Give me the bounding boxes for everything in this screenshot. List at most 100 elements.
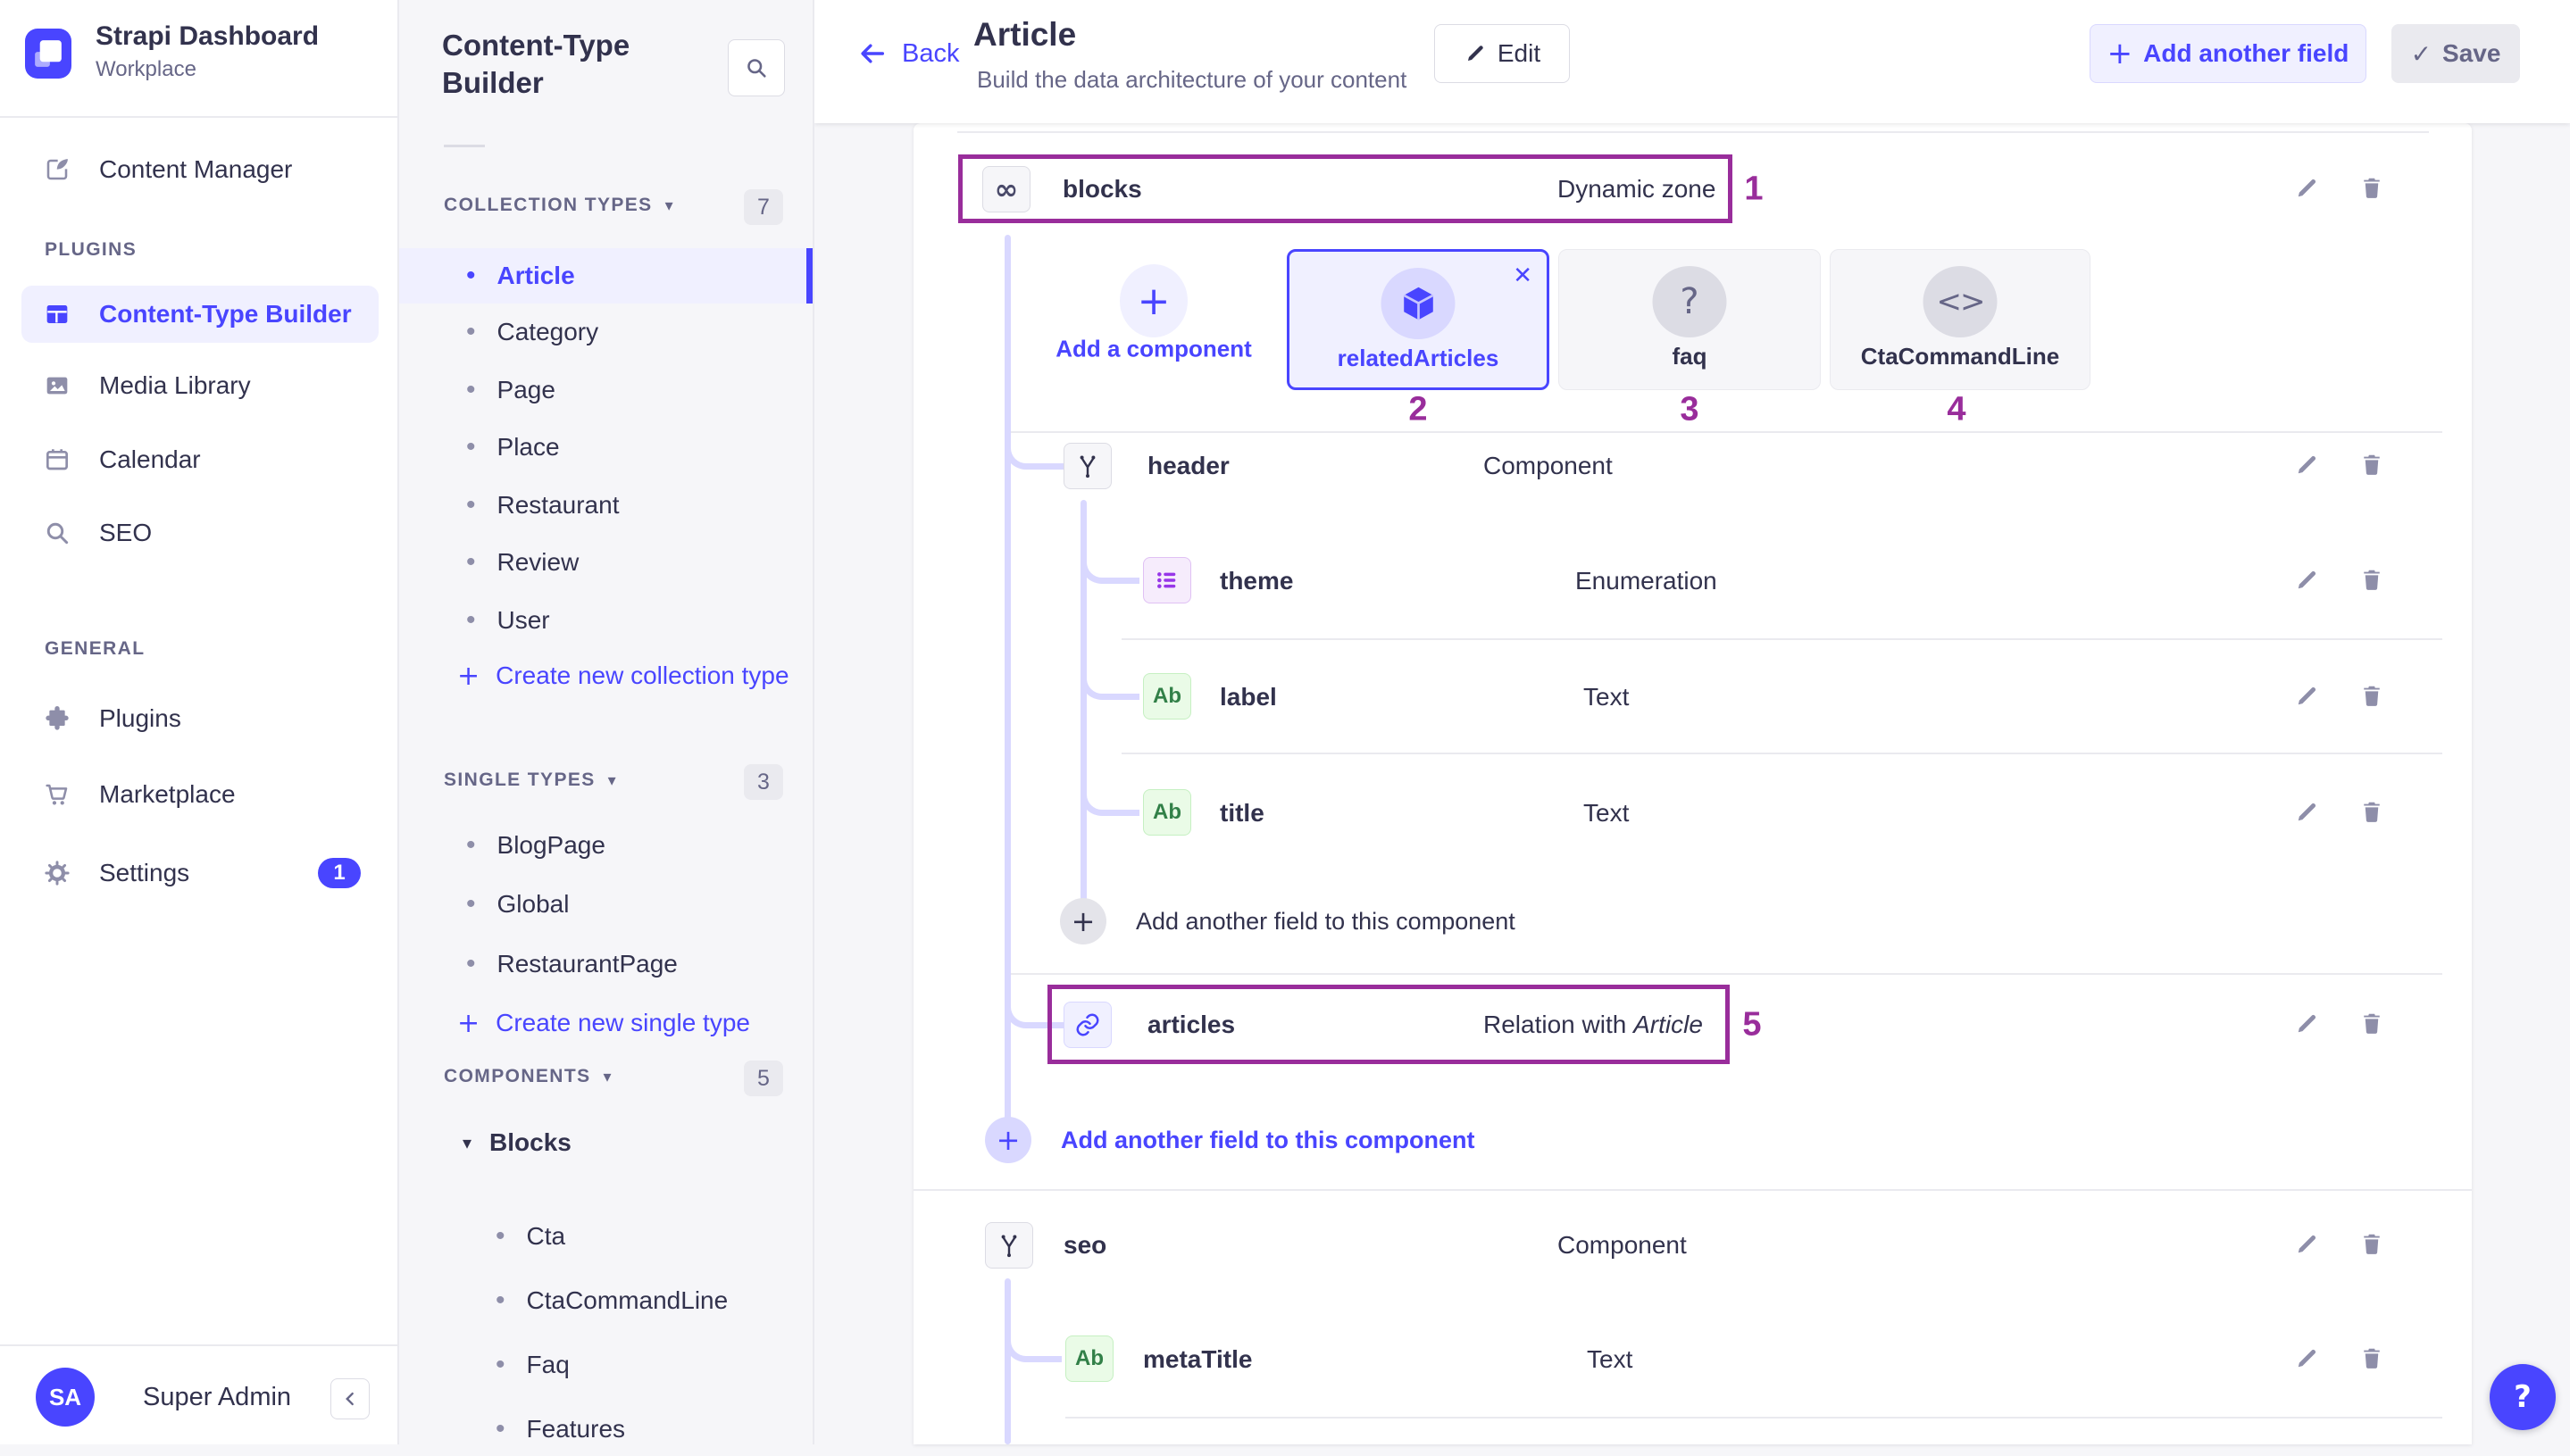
- ab-glyph: Ab: [1153, 800, 1181, 825]
- subnav-item-features[interactable]: • Features: [496, 1402, 625, 1456]
- subnav-item-blogpage[interactable]: • BlogPage: [466, 819, 605, 872]
- search-button[interactable]: [728, 39, 785, 96]
- puzzle-icon: [43, 704, 71, 733]
- subnav-item-restaurant[interactable]: • Restaurant: [466, 478, 619, 532]
- back-link[interactable]: Back: [857, 36, 959, 71]
- subnav-item-label: CtaCommandLine: [527, 1286, 729, 1315]
- calendar-icon: [43, 445, 71, 474]
- component-icon-circle: ?: [1653, 266, 1727, 337]
- subnav-item-article-active-bg: [399, 248, 813, 304]
- subnav-item-label: Faq: [527, 1351, 570, 1379]
- edit-field-icon[interactable]: [2293, 175, 2320, 202]
- subnav-item-category[interactable]: • Category: [466, 305, 598, 359]
- edit-field-icon[interactable]: [2293, 799, 2320, 826]
- delete-field-icon[interactable]: [2358, 1345, 2385, 1372]
- collapse-sidebar-button[interactable]: [330, 1378, 370, 1419]
- sidebar-item-marketplace[interactable]: Marketplace: [43, 768, 236, 821]
- subnav-item-label: Place: [497, 433, 560, 462]
- edit-field-icon[interactable]: [2293, 1345, 2320, 1372]
- page-title: Article: [973, 16, 1076, 54]
- field-type: Enumeration: [1575, 567, 1717, 595]
- delete-field-icon[interactable]: [2358, 1231, 2385, 1258]
- edit-field-icon[interactable]: [2293, 1011, 2320, 1037]
- subnav-item-article[interactable]: • Article: [466, 249, 575, 303]
- component-card-relatedarticles[interactable]: ✕ relatedArticles: [1287, 249, 1549, 390]
- subnav-item-faq[interactable]: • Faq: [496, 1338, 570, 1392]
- subnav-item-review[interactable]: • Review: [466, 536, 579, 589]
- row-divider: [957, 131, 2429, 133]
- component-card-label: relatedArticles: [1289, 345, 1547, 372]
- field-name: header: [1147, 452, 1230, 480]
- edit-field-icon[interactable]: [2293, 452, 2320, 478]
- avatar[interactable]: SA: [36, 1368, 95, 1427]
- plus-icon: +: [1072, 904, 1096, 938]
- sidebar-item-plugins[interactable]: Plugins: [43, 692, 181, 745]
- subnav-item-restaurantpage[interactable]: • RestaurantPage: [466, 937, 678, 991]
- create-collection-type-link[interactable]: + Create new collection type: [457, 649, 789, 703]
- sidebar-item-seo[interactable]: SEO: [43, 506, 152, 560]
- sidebar-item-settings[interactable]: Settings: [43, 846, 189, 900]
- subnav-item-ctacommandline[interactable]: • CtaCommandLine: [496, 1274, 728, 1327]
- subnav-item-place[interactable]: • Place: [466, 420, 560, 474]
- sidebar-footer-divider: [0, 1344, 399, 1346]
- collection-types-header[interactable]: COLLECTION TYPES ▾: [444, 195, 674, 216]
- component-card-faq[interactable]: ? faq: [1558, 249, 1821, 390]
- component-card-ctacommandline[interactable]: <> CtaCommandLine: [1830, 249, 2090, 390]
- delete-field-icon[interactable]: [2358, 567, 2385, 594]
- help-button[interactable]: ?: [2490, 1364, 2556, 1430]
- text-field-icon: Ab: [1143, 789, 1191, 836]
- sidebar-item-label: Content Manager: [99, 155, 292, 184]
- chevron-down-icon: ▾: [463, 1132, 471, 1153]
- subnav-item-page[interactable]: • Page: [466, 363, 555, 417]
- edit-field-icon[interactable]: [2293, 683, 2320, 710]
- create-single-type-link[interactable]: + Create new single type: [457, 996, 750, 1050]
- row-divider: [1065, 1417, 2442, 1419]
- section-divider: [914, 1189, 2472, 1191]
- edit-field-icon[interactable]: [2293, 1231, 2320, 1258]
- collection-types-count: 7: [744, 189, 783, 225]
- chevron-left-icon: [338, 1387, 362, 1410]
- single-types-count: 3: [744, 764, 783, 800]
- text-field-icon: Ab: [1143, 673, 1191, 720]
- plus-icon: +: [2107, 36, 2133, 71]
- delete-field-icon[interactable]: [2358, 175, 2385, 202]
- edit-button[interactable]: Edit: [1434, 24, 1570, 83]
- single-types-header[interactable]: SINGLE TYPES ▾: [444, 770, 617, 791]
- plus-icon: +: [1138, 279, 1171, 324]
- bullet-icon: •: [466, 889, 476, 919]
- sidebar-item-media-library[interactable]: Media Library: [43, 359, 251, 412]
- sidebar-item-calendar[interactable]: Calendar: [43, 433, 201, 487]
- plus-circle-icon: +: [1060, 898, 1106, 944]
- components-header[interactable]: COMPONENTS ▾: [444, 1066, 613, 1087]
- add-field-to-component-outer[interactable]: + Add another field to this component: [985, 1117, 1474, 1163]
- bullet-icon: •: [466, 949, 476, 979]
- field-name: seo: [1064, 1231, 1106, 1260]
- row-divider: [1122, 753, 2442, 754]
- save-button[interactable]: ✓ Save: [2391, 24, 2520, 83]
- close-icon[interactable]: ✕: [1513, 262, 1532, 289]
- edit-field-icon[interactable]: [2293, 567, 2320, 594]
- delete-field-icon[interactable]: [2358, 799, 2385, 826]
- delete-field-icon[interactable]: [2358, 452, 2385, 478]
- chevron-down-icon: ▾: [608, 771, 617, 790]
- add-field-to-component-inner[interactable]: + Add another field to this component: [1060, 898, 1515, 944]
- plus-icon: +: [997, 1123, 1021, 1157]
- delete-field-icon[interactable]: [2358, 683, 2385, 710]
- component-group-label: Blocks: [489, 1128, 572, 1157]
- component-group-blocks[interactable]: ▾ Blocks: [463, 1116, 572, 1169]
- add-component-label[interactable]: Add a component: [1056, 336, 1252, 363]
- enumeration-field-icon: [1143, 557, 1191, 603]
- add-another-field-button[interactable]: + Add another field: [2090, 24, 2366, 83]
- subnav-item-global[interactable]: • Global: [466, 878, 569, 931]
- delete-field-icon[interactable]: [2358, 1011, 2385, 1037]
- sidebar-item-content-manager[interactable]: Content Manager: [43, 143, 292, 196]
- bullet-icon: •: [496, 1350, 505, 1380]
- plugins-section-label: PLUGINS: [45, 239, 137, 261]
- main-area: Back Article Build the data architecture…: [814, 0, 2570, 1444]
- sidebar-item-content-type-builder[interactable]: Content-Type Builder: [21, 286, 379, 343]
- plus-icon: +: [457, 661, 480, 692]
- annotation-box-articles: [1047, 985, 1730, 1064]
- add-component-button[interactable]: +: [1120, 264, 1188, 337]
- subnav-item-cta[interactable]: • Cta: [496, 1210, 565, 1263]
- subnav-item-user[interactable]: • User: [466, 594, 550, 647]
